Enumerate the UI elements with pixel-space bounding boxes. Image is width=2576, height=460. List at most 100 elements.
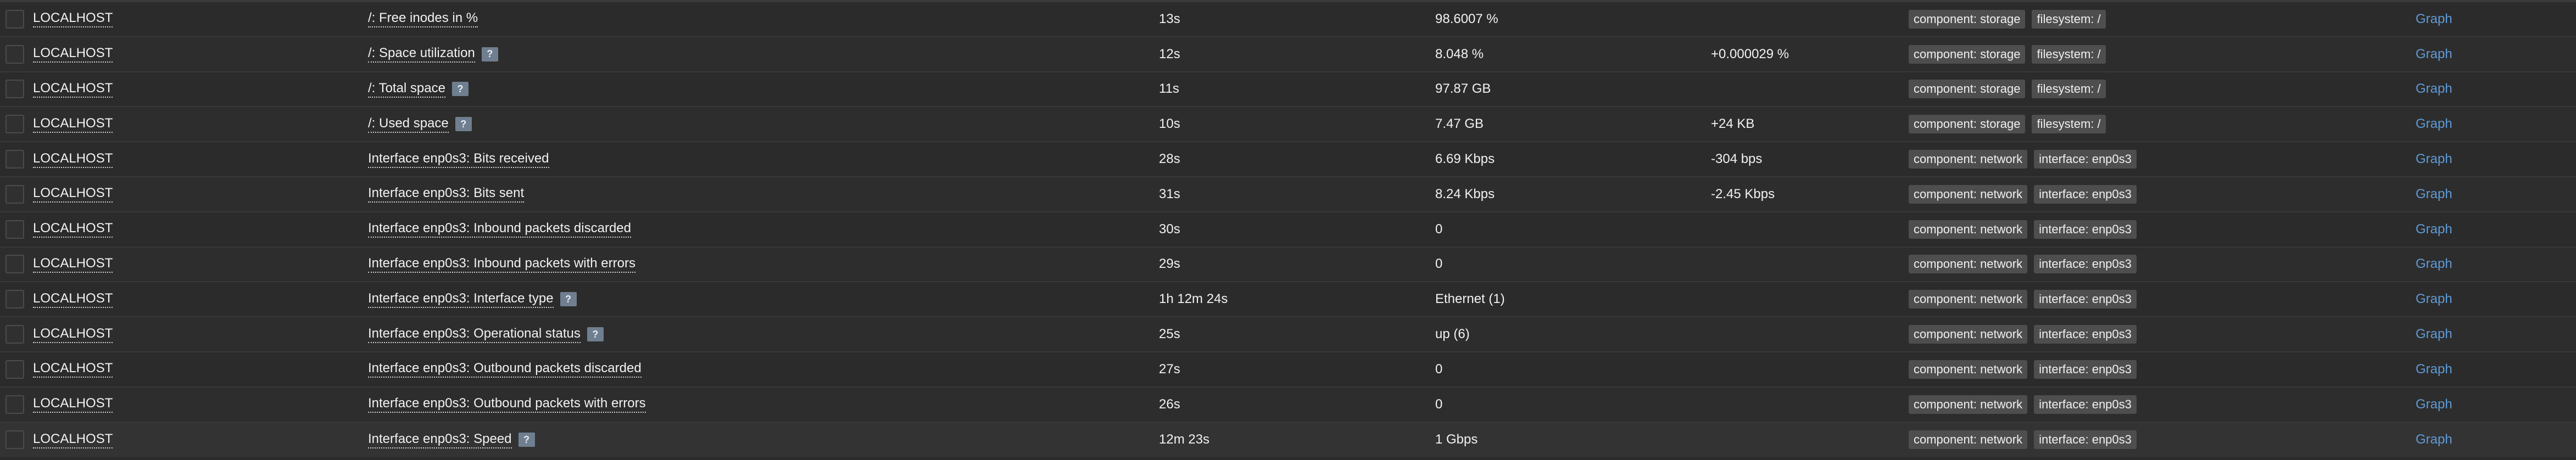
item-name-link[interactable]: /: Free inodes in %: [368, 10, 478, 28]
graph-link[interactable]: Graph: [2416, 116, 2452, 132]
graph-link[interactable]: Graph: [2416, 397, 2452, 412]
host-link[interactable]: LOCALHOST: [33, 81, 113, 98]
last-value-cell: 0: [1435, 352, 1442, 386]
graph-link[interactable]: Graph: [2416, 81, 2452, 97]
tag-resource[interactable]: filesystem: /: [2032, 115, 2106, 134]
graph-link[interactable]: Graph: [2416, 256, 2452, 272]
graph-link[interactable]: Graph: [2416, 12, 2452, 27]
graph-link[interactable]: Graph: [2416, 327, 2452, 342]
tag-resource[interactable]: interface: enp0s3: [2034, 184, 2137, 204]
tags-cell: component: storage filesystem: /: [1909, 72, 2106, 106]
help-icon[interactable]: ?: [451, 82, 469, 97]
host-link[interactable]: LOCALHOST: [33, 396, 113, 413]
table-row: LOCALHOST Interface enp0s3: Interface ty…: [0, 282, 2576, 318]
item-name-link[interactable]: Interface enp0s3: Inbound packets with e…: [368, 256, 635, 273]
host-link[interactable]: LOCALHOST: [33, 291, 113, 308]
host-link[interactable]: LOCALHOST: [33, 46, 113, 63]
row-checkbox[interactable]: [5, 360, 24, 379]
tag-component[interactable]: component: storage: [1909, 9, 2026, 29]
tag-component[interactable]: component: network: [1909, 220, 2028, 239]
item-name-link[interactable]: /: Used space: [368, 116, 449, 133]
item-name-link[interactable]: /: Space utilization: [368, 46, 475, 63]
help-icon[interactable]: ?: [518, 433, 535, 447]
last-value: 6.69 Kbps: [1435, 152, 1495, 167]
row-checkbox[interactable]: [5, 184, 24, 204]
row-select-cell: [5, 423, 32, 458]
item-name-link[interactable]: Interface enp0s3: Inbound packets discar…: [368, 221, 631, 238]
row-select-cell: [5, 2, 32, 36]
tag-component[interactable]: component: network: [1909, 184, 2028, 204]
last-value-cell: Ethernet (1): [1435, 282, 1505, 316]
row-checkbox[interactable]: [5, 255, 24, 274]
graph-link[interactable]: Graph: [2416, 47, 2452, 62]
change-cell: +0.000029 %: [1711, 37, 1789, 71]
host-link[interactable]: LOCALHOST: [33, 256, 113, 273]
graph-link[interactable]: Graph: [2416, 291, 2452, 307]
row-checkbox[interactable]: [5, 150, 24, 169]
tag-resource[interactable]: interface: enp0s3: [2034, 325, 2137, 344]
tag-resource[interactable]: interface: enp0s3: [2034, 150, 2137, 169]
help-icon[interactable]: ?: [587, 327, 604, 342]
graph-link[interactable]: Graph: [2416, 432, 2452, 447]
row-checkbox[interactable]: [5, 220, 24, 239]
item-name-link[interactable]: Interface enp0s3: Outbound packets with …: [368, 396, 646, 413]
item-name-link[interactable]: Interface enp0s3: Outbound packets disca…: [368, 361, 642, 378]
tag-resource[interactable]: interface: enp0s3: [2034, 220, 2137, 239]
graph-link[interactable]: Graph: [2416, 187, 2452, 202]
row-checkbox[interactable]: [5, 290, 24, 309]
last-value-cell: 1 Gbps: [1435, 423, 1477, 458]
row-checkbox[interactable]: [5, 325, 24, 344]
tag-resource[interactable]: interface: enp0s3: [2034, 255, 2137, 274]
last-value: Ethernet (1): [1435, 291, 1505, 307]
tag-component[interactable]: component: network: [1909, 290, 2028, 309]
row-select-cell: [5, 282, 32, 316]
tag-component[interactable]: component: network: [1909, 255, 2028, 274]
tag-resource[interactable]: interface: enp0s3: [2034, 430, 2137, 450]
tag-component[interactable]: component: storage: [1909, 115, 2026, 134]
tag-resource[interactable]: interface: enp0s3: [2034, 360, 2137, 379]
tag-component[interactable]: component: network: [1909, 360, 2028, 379]
tag-component[interactable]: component: network: [1909, 395, 2028, 414]
tag-component[interactable]: component: network: [1909, 430, 2028, 450]
row-checkbox[interactable]: [5, 395, 24, 414]
graph-link[interactable]: Graph: [2416, 152, 2452, 167]
item-name-link[interactable]: /: Total space: [368, 81, 445, 98]
help-icon[interactable]: ?: [560, 292, 577, 307]
tag-resource[interactable]: filesystem: /: [2032, 44, 2106, 64]
row-select-cell: [5, 388, 32, 422]
host-link[interactable]: LOCALHOST: [33, 431, 113, 448]
row-checkbox[interactable]: [5, 430, 24, 450]
row-checkbox[interactable]: [5, 9, 24, 29]
graph-cell: Graph: [2416, 72, 2452, 106]
item-name-link[interactable]: Interface enp0s3: Interface type: [368, 291, 554, 308]
row-checkbox[interactable]: [5, 80, 24, 99]
graph-link[interactable]: Graph: [2416, 222, 2452, 237]
row-select-cell: [5, 107, 32, 141]
item-name-link[interactable]: Interface enp0s3: Bits received: [368, 151, 549, 168]
row-checkbox[interactable]: [5, 44, 24, 64]
item-name-link[interactable]: Interface enp0s3: Operational status: [368, 326, 581, 343]
host-link[interactable]: LOCALHOST: [33, 186, 113, 203]
tag-resource[interactable]: interface: enp0s3: [2034, 290, 2137, 309]
graph-link[interactable]: Graph: [2416, 362, 2452, 377]
host-link[interactable]: LOCALHOST: [33, 10, 113, 28]
tag-resource[interactable]: interface: enp0s3: [2034, 395, 2137, 414]
tag-component[interactable]: component: storage: [1909, 44, 2026, 64]
tag-component[interactable]: component: network: [1909, 150, 2028, 169]
row-checkbox[interactable]: [5, 115, 24, 134]
item-name-link[interactable]: Interface enp0s3: Speed: [368, 431, 512, 448]
host-link[interactable]: LOCALHOST: [33, 361, 113, 378]
help-icon[interactable]: ?: [481, 47, 498, 61]
item-name-link[interactable]: Interface enp0s3: Bits sent: [368, 186, 525, 203]
tag-component[interactable]: component: network: [1909, 325, 2028, 344]
tag-resource[interactable]: filesystem: /: [2032, 9, 2106, 29]
change-value: -304 bps: [1711, 152, 1763, 167]
host-link[interactable]: LOCALHOST: [33, 116, 113, 133]
tag-component[interactable]: component: storage: [1909, 80, 2026, 99]
host-link[interactable]: LOCALHOST: [33, 151, 113, 168]
host-link[interactable]: LOCALHOST: [33, 326, 113, 343]
host-link[interactable]: LOCALHOST: [33, 221, 113, 238]
table-row: LOCALHOST Interface enp0s3: Outbound pac…: [0, 352, 2576, 388]
tag-resource[interactable]: filesystem: /: [2032, 80, 2106, 99]
help-icon[interactable]: ?: [455, 117, 472, 132]
